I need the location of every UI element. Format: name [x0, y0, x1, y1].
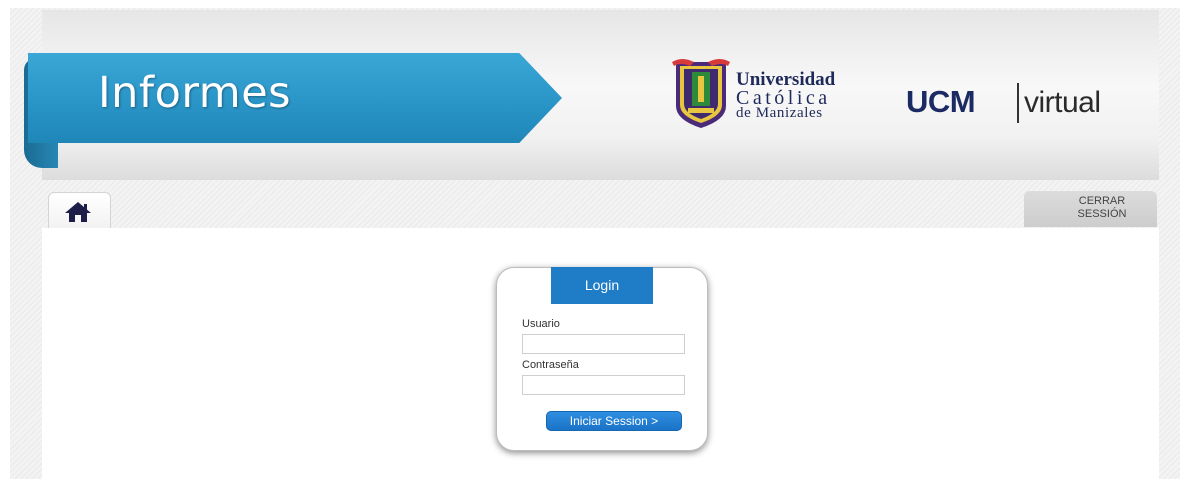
university-name-line3: de Manizales: [736, 105, 823, 121]
logout-label: CERRAR SESSIÓN: [1077, 195, 1127, 220]
university-shield-logo: [672, 59, 730, 128]
password-label: Contraseña: [522, 359, 579, 371]
username-label: Usuario: [522, 318, 560, 330]
login-title: Login: [551, 267, 653, 304]
section-title: Informes: [98, 68, 292, 118]
logout-tab[interactable]: CERRAR SESSIÓN: [1024, 191, 1157, 227]
ucm-logo-virtual: virtual: [1024, 86, 1101, 119]
ucm-logo-separator: [1017, 83, 1019, 123]
username-input[interactable]: [522, 334, 685, 354]
home-tab[interactable]: [48, 192, 111, 228]
login-submit-button[interactable]: Iniciar Session >: [546, 411, 682, 431]
ucm-logo-text: UCM: [906, 84, 976, 119]
password-input[interactable]: [522, 375, 685, 395]
home-icon: [65, 202, 91, 222]
